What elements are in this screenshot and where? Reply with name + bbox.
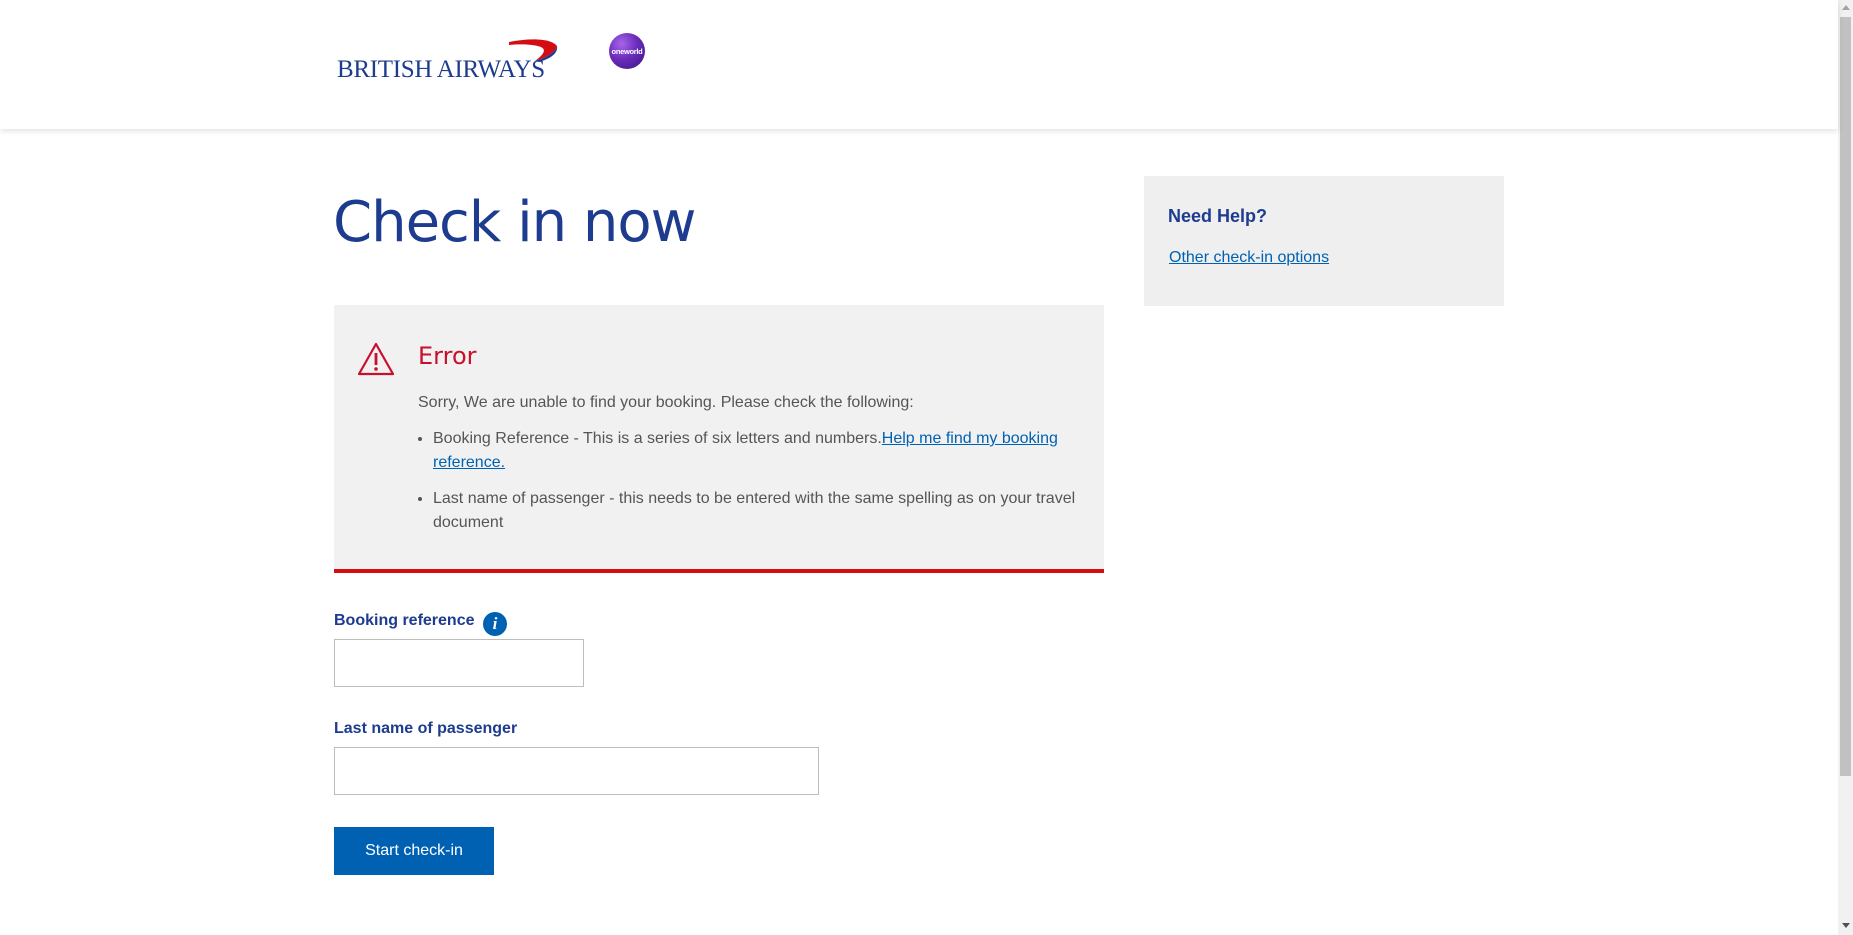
- error-item-booking-reference: Booking Reference - This is a series of …: [433, 427, 1088, 475]
- error-item-text: Last name of passenger - this needs to b…: [433, 490, 1076, 531]
- scroll-up-arrow-icon[interactable]: [1842, 5, 1850, 10]
- vertical-scrollbar[interactable]: [1838, 0, 1853, 935]
- error-item-last-name: Last name of passenger - this needs to b…: [433, 487, 1088, 535]
- help-title: Need Help?: [1168, 206, 1268, 226]
- booking-reference-label: Booking reference: [334, 612, 475, 629]
- error-list: Booking Reference - This is a series of …: [418, 427, 1088, 535]
- scroll-down-arrow-icon[interactable]: [1842, 923, 1850, 928]
- oneworld-badge: oneworld: [609, 33, 645, 69]
- info-icon[interactable]: i: [483, 612, 507, 636]
- error-title: Error: [418, 342, 477, 370]
- start-check-in-button[interactable]: Start check-in: [334, 827, 494, 875]
- error-message: Sorry, We are unable to find your bookin…: [418, 391, 1088, 547]
- last-name-input[interactable]: [334, 747, 819, 795]
- error-item-text: Booking Reference - This is a series of …: [433, 430, 882, 447]
- brand-name: BRITISH AIRWAYS: [337, 56, 545, 83]
- scrollbar-thumb[interactable]: [1840, 17, 1851, 776]
- help-panel: Need Help? Other check-in options: [1144, 176, 1504, 306]
- other-check-in-options-link[interactable]: Other check-in options: [1169, 249, 1329, 267]
- error-intro: Sorry, We are unable to find your bookin…: [418, 394, 914, 411]
- page-title: Check in now: [333, 190, 696, 255]
- warning-triangle-icon: [357, 342, 395, 376]
- last-name-label: Last name of passenger: [334, 720, 518, 737]
- error-panel: Error Sorry, We are unable to find your …: [334, 305, 1104, 573]
- site-header: BRITISH AIRWAYS oneworld: [0, 0, 1838, 129]
- booking-reference-input[interactable]: [334, 639, 584, 687]
